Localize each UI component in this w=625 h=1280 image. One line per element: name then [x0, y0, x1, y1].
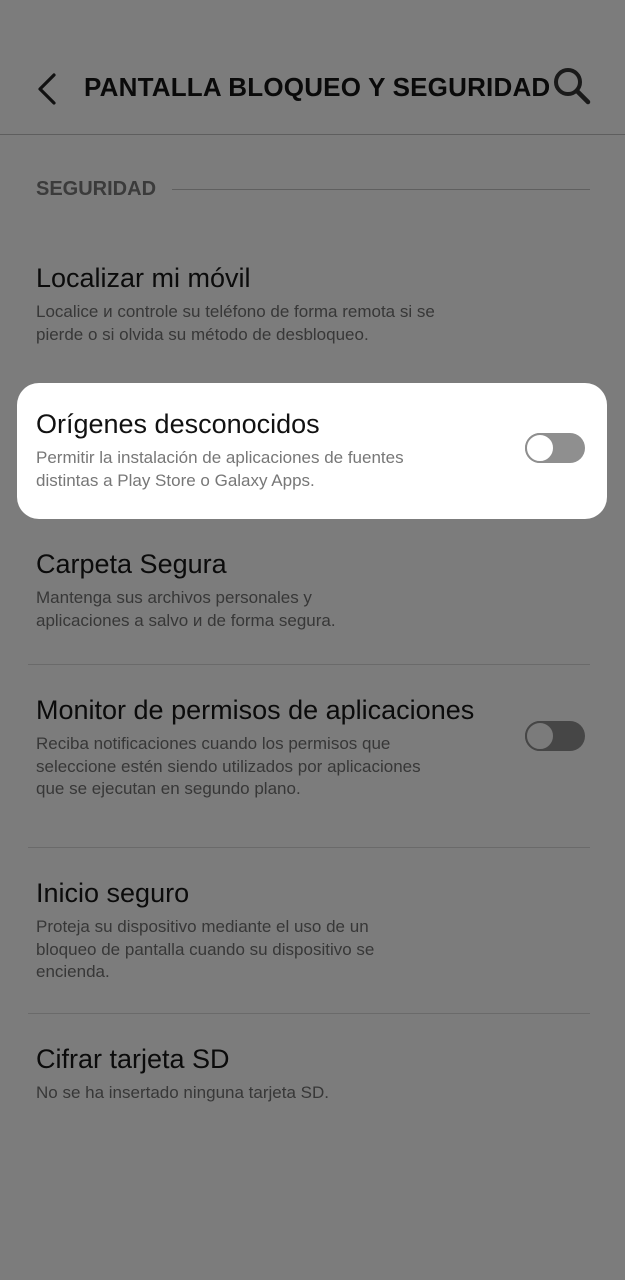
section-title: SEGURIDAD [36, 177, 157, 200]
setting-title: Carpeta Segura [36, 549, 227, 579]
setting-secure-startup[interactable]: Inicio seguro Proteja su dispositivo med… [36, 877, 596, 984]
list-divider [28, 1013, 590, 1014]
page-title: PANTALLA BLOQUEO Y SEGURIDAD [84, 72, 551, 102]
setting-description: Proteja su dispositivo mediante el uso d… [36, 917, 375, 981]
setting-description: No se ha insertado ninguna tarjeta SD. [36, 1083, 329, 1102]
section-divider [172, 188, 590, 190]
chevron-left-icon [38, 73, 56, 105]
back-button[interactable] [28, 66, 68, 112]
setting-secure-folder[interactable]: Carpeta Segura Mantenga sus archivos per… [36, 548, 596, 632]
list-divider [28, 847, 590, 848]
setting-title: Inicio seguro [36, 878, 190, 908]
setting-title: Monitor de permisos de aplicaciones [36, 695, 475, 725]
setting-title: Orígenes desconocidos [36, 409, 320, 439]
unknown-sources-toggle[interactable] [525, 433, 585, 463]
setting-permission-monitor[interactable]: Monitor de permisos de aplicaciones Reci… [36, 694, 596, 801]
setting-encrypt-sd-card[interactable]: Cifrar tarjeta SD No se ha insertado nin… [36, 1043, 596, 1105]
permission-monitor-toggle[interactable] [525, 721, 585, 751]
app-header: PANTALLA BLOQUEO Y SEGURIDAD [0, 0, 625, 135]
setting-description: Mantenga sus archivos personales y aplic… [36, 588, 336, 630]
search-icon [554, 68, 591, 105]
setting-description: Localice и controle su teléfono de forma… [36, 302, 435, 344]
toggle-knob [525, 721, 555, 751]
setting-title: Localizar mi móvil [36, 263, 251, 293]
list-divider [28, 664, 590, 665]
setting-description: Permitir la instalación de aplicaciones … [36, 448, 404, 490]
toggle-knob [525, 433, 555, 463]
setting-title: Cifrar tarjeta SD [36, 1044, 230, 1074]
setting-find-my-mobile[interactable]: Localizar mi móvil Localice и controle s… [36, 262, 596, 346]
setting-unknown-sources[interactable]: Orígenes desconocidos Permitir la instal… [36, 408, 596, 492]
setting-description: Reciba notificaciones cuando los permiso… [36, 734, 421, 798]
search-button[interactable] [548, 62, 596, 110]
section-header: SEGURIDAD [36, 176, 590, 202]
